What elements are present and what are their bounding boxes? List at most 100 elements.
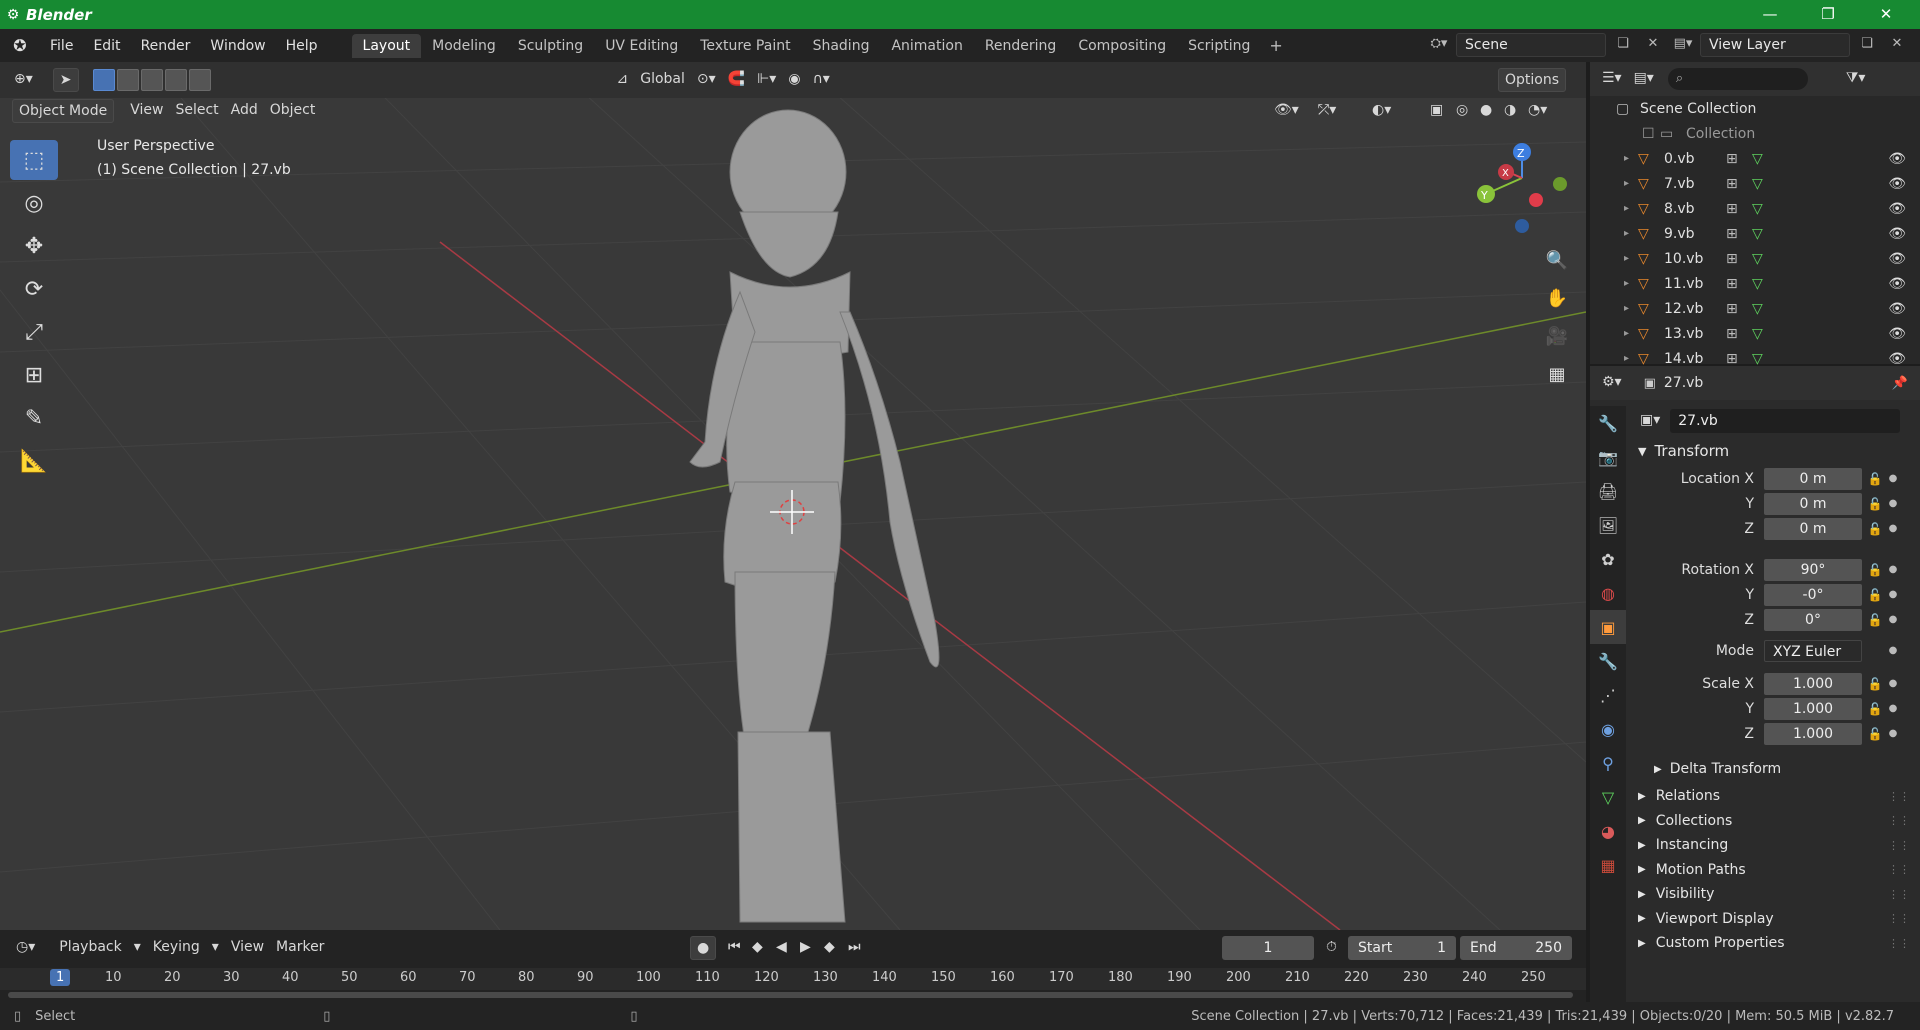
mesh-data-icon[interactable]: ▽ bbox=[1752, 201, 1778, 217]
eye-icon[interactable]: 👁 bbox=[1888, 176, 1906, 192]
drag-handle-icon[interactable]: ⋮⋮ bbox=[1888, 790, 1910, 803]
snap-target-icon[interactable]: ⊩▾ bbox=[751, 68, 782, 92]
view-layer-tab-icon[interactable]: 🖼 bbox=[1590, 508, 1626, 542]
tab-rendering[interactable]: Rendering bbox=[974, 34, 1068, 58]
visibility-icon[interactable]: 👁▾ bbox=[1268, 99, 1305, 123]
eye-icon[interactable]: 👁 bbox=[1888, 251, 1906, 267]
lock-icon[interactable]: 🔓 bbox=[1862, 522, 1888, 536]
editor-type-icon[interactable]: ⊕▾ bbox=[8, 68, 39, 92]
cursor-tool-icon[interactable]: ◎ bbox=[10, 183, 58, 223]
tab-layout[interactable]: Layout bbox=[351, 33, 422, 58]
render-tab-icon[interactable]: 📷 bbox=[1590, 440, 1626, 474]
lock-icon[interactable]: 🔓 bbox=[1862, 702, 1888, 716]
modifier-icon[interactable]: ⊞ bbox=[1726, 351, 1752, 367]
filter-icon[interactable]: ⧩▾ bbox=[1840, 67, 1872, 91]
shading-solid-icon[interactable]: ● bbox=[1474, 99, 1498, 123]
eye-icon[interactable]: 👁 bbox=[1888, 326, 1906, 342]
mesh-data-icon[interactable]: ▽ bbox=[1752, 151, 1778, 167]
mode-intersect-icon[interactable] bbox=[188, 69, 211, 91]
display-mode-icon[interactable]: ▤▾ bbox=[1628, 67, 1660, 91]
object-mode-dropdown[interactable]: Object Mode bbox=[12, 99, 115, 123]
new-scene-icon[interactable]: ❏ bbox=[1610, 33, 1636, 57]
rotation-mode-dropdown[interactable]: XYZ Euler bbox=[1764, 639, 1862, 662]
outliner-scene-collection[interactable]: ▢ Scene Collection bbox=[1590, 96, 1920, 121]
outliner-collection[interactable]: ☐ ▭ Collection bbox=[1590, 121, 1920, 146]
tool-tab-icon[interactable]: 🔧 bbox=[1590, 406, 1626, 440]
preview-range-icon[interactable]: ⏱ bbox=[1320, 936, 1343, 960]
outliner-object-row[interactable]: ▸ ▽ 9.vb ⊞ ▽ 👁 bbox=[1590, 221, 1920, 246]
pivot-dropdown-icon[interactable]: ⊙▾ bbox=[691, 68, 722, 92]
camera-view-icon[interactable]: 🎥 bbox=[1540, 319, 1574, 353]
falloff-icon[interactable]: ∩▾ bbox=[807, 68, 836, 92]
properties-editor-type-icon[interactable]: ⚙▾ bbox=[1596, 371, 1628, 395]
options-dropdown[interactable]: Options bbox=[1498, 68, 1567, 92]
play-reverse-icon[interactable]: ◀ bbox=[770, 936, 793, 960]
lock-icon[interactable]: 🔓 bbox=[1862, 588, 1888, 602]
end-frame-field[interactable]: End 250 bbox=[1460, 936, 1572, 960]
mesh-data-icon[interactable]: ▽ bbox=[1752, 276, 1778, 292]
lock-icon[interactable]: 🔓 bbox=[1862, 497, 1888, 511]
scene-icon[interactable]: ⛭▾ bbox=[1426, 33, 1452, 57]
drag-handle-icon[interactable]: ⋮⋮ bbox=[1888, 814, 1910, 827]
mesh-data-icon[interactable]: ▽ bbox=[1752, 301, 1778, 317]
menu-edit[interactable]: Edit bbox=[83, 38, 130, 54]
timeline-current-frame[interactable]: 1 bbox=[50, 969, 71, 986]
measure-tool-icon[interactable]: 📐 bbox=[10, 441, 58, 481]
start-frame-field[interactable]: Start 1 bbox=[1348, 936, 1456, 960]
property-value-field[interactable]: 1.000 bbox=[1764, 697, 1862, 720]
property-panel-header[interactable]: ▶ Custom Properties ⋮⋮ bbox=[1630, 931, 1920, 956]
property-panel-header[interactable]: ▶ Visibility ⋮⋮ bbox=[1630, 882, 1920, 907]
timeline-menu-keying-arrow[interactable]: ▾ bbox=[206, 936, 225, 960]
delete-view-layer-icon[interactable]: ✕ bbox=[1884, 33, 1910, 57]
menu-window[interactable]: Window bbox=[200, 38, 275, 54]
outliner-object-row[interactable]: ▸ ▽ 13.vb ⊞ ▽ 👁 bbox=[1590, 321, 1920, 346]
output-tab-icon[interactable]: 🖨 bbox=[1590, 474, 1626, 508]
pan-hand-icon[interactable]: ✋ bbox=[1540, 281, 1574, 315]
new-view-layer-icon[interactable]: ❏ bbox=[1854, 33, 1880, 57]
keyframe-dot-icon[interactable]: ● bbox=[1888, 523, 1898, 534]
scale-tool-icon[interactable]: ⤢ bbox=[10, 312, 58, 352]
tab-scripting[interactable]: Scripting bbox=[1177, 34, 1261, 58]
object-tab-icon[interactable]: ▣ bbox=[1590, 610, 1626, 644]
keyframe-dot-icon[interactable]: ● bbox=[1888, 498, 1898, 509]
expand-arrow-icon[interactable]: ▸ bbox=[1624, 253, 1638, 264]
mesh-data-icon[interactable]: ▽ bbox=[1752, 226, 1778, 242]
keyframe-dot-icon[interactable]: ● bbox=[1888, 589, 1898, 600]
outliner-object-row[interactable]: ▸ ▽ 8.vb ⊞ ▽ 👁 bbox=[1590, 196, 1920, 221]
menu-render[interactable]: Render bbox=[131, 38, 201, 54]
modifier-icon[interactable]: ⊞ bbox=[1726, 226, 1752, 242]
viewport-menu-view[interactable]: View bbox=[124, 99, 169, 123]
modifier-tab-icon[interactable]: 🔧 bbox=[1590, 644, 1626, 678]
outliner-object-row[interactable]: ▸ ▽ 12.vb ⊞ ▽ 👁 bbox=[1590, 296, 1920, 321]
mesh-data-icon[interactable]: ▽ bbox=[1752, 351, 1778, 367]
modifier-icon[interactable]: ⊞ bbox=[1726, 276, 1752, 292]
pin-icon[interactable]: 📌 bbox=[1892, 376, 1908, 391]
view-layer-icon[interactable]: ▤▾ bbox=[1670, 33, 1696, 57]
lock-icon[interactable]: 🔓 bbox=[1862, 677, 1888, 691]
mode-invert-icon[interactable] bbox=[164, 69, 187, 91]
outliner-editor-type-icon[interactable]: ☰▾ bbox=[1596, 67, 1628, 91]
blender-menu-icon[interactable]: ✪ bbox=[0, 36, 40, 55]
property-value-field[interactable]: -0° bbox=[1764, 583, 1862, 606]
keyframe-dot-icon[interactable]: ● bbox=[1888, 728, 1898, 739]
tab-sculpting[interactable]: Sculpting bbox=[507, 34, 594, 58]
mode-new-icon[interactable] bbox=[92, 69, 115, 91]
physics-tab-icon[interactable]: ◉ bbox=[1590, 712, 1626, 746]
outliner-search-input[interactable]: ⌕ bbox=[1667, 68, 1808, 90]
data-tab-icon[interactable]: ▽ bbox=[1590, 780, 1626, 814]
lock-icon[interactable]: 🔓 bbox=[1862, 613, 1888, 627]
lock-icon[interactable]: 🔓 bbox=[1862, 563, 1888, 577]
orientation-dropdown[interactable]: Global bbox=[634, 68, 691, 92]
viewport-menu-select[interactable]: Select bbox=[169, 99, 224, 123]
select-tool-icon[interactable]: ➤ bbox=[52, 68, 79, 92]
mode-subtract-icon[interactable] bbox=[140, 69, 163, 91]
property-value-field[interactable]: 0 m bbox=[1764, 517, 1862, 540]
timeline-menu-marker[interactable]: Marker bbox=[270, 936, 330, 960]
constraints-tab-icon[interactable]: ⚲ bbox=[1590, 746, 1626, 780]
current-frame-field[interactable]: 1 bbox=[1222, 936, 1314, 960]
property-panel-header[interactable]: ▶ Motion Paths ⋮⋮ bbox=[1630, 858, 1920, 883]
modifier-icon[interactable]: ⊞ bbox=[1726, 151, 1752, 167]
modifier-icon[interactable]: ⊞ bbox=[1726, 326, 1752, 342]
property-panel-header[interactable]: ▶ Relations ⋮⋮ bbox=[1630, 784, 1920, 809]
tab-animation[interactable]: Animation bbox=[880, 34, 973, 58]
